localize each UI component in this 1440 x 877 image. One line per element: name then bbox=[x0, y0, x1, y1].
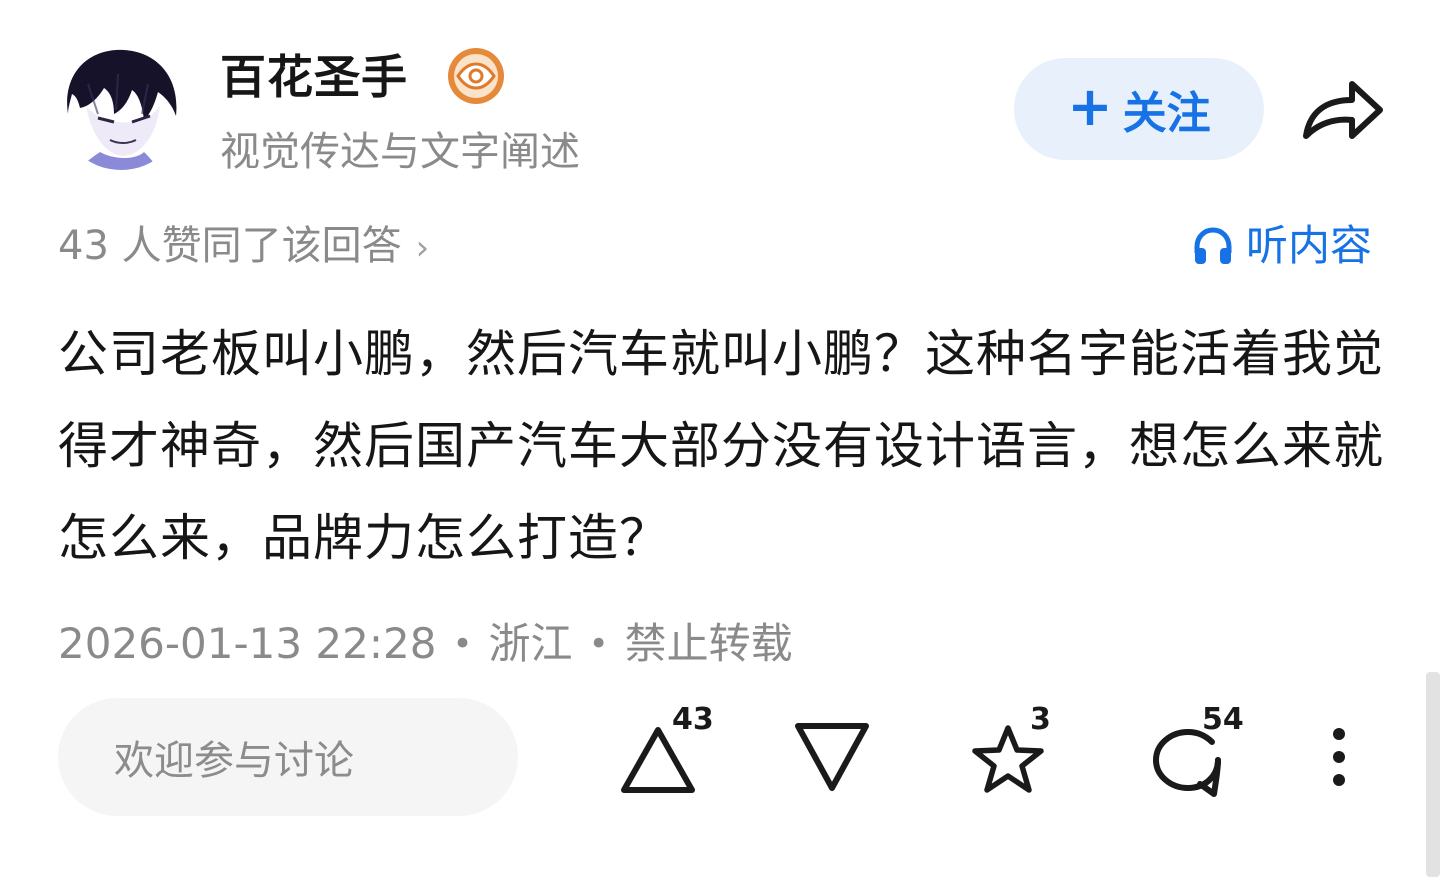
favorite-button[interactable]: 3 bbox=[966, 702, 1062, 800]
headphones-icon bbox=[1194, 227, 1232, 264]
comment-placeholder: 欢迎参与讨论 bbox=[114, 738, 354, 784]
plus-icon: + bbox=[1067, 75, 1113, 138]
separator-dot: • bbox=[452, 624, 473, 664]
upvote-count: 43 bbox=[672, 702, 714, 737]
favorite-count: 3 bbox=[1030, 702, 1051, 737]
post-meta: 2026-01-13 22:28 • 浙江 • 禁止转载 bbox=[58, 612, 793, 676]
upvote-summary[interactable]: 43 人赞同了该回答 › bbox=[58, 216, 429, 278]
follow-label: 关注 bbox=[1122, 88, 1211, 139]
repost-policy: 禁止转载 bbox=[624, 619, 793, 668]
downvote-triangle-icon bbox=[795, 723, 869, 791]
share-arrow-icon bbox=[1303, 81, 1383, 139]
listen-label: 听内容 bbox=[1246, 221, 1373, 270]
share-button[interactable] bbox=[1300, 76, 1386, 146]
post-datetime: 2026-01-13 22:28 bbox=[58, 619, 437, 668]
post-location: 浙江 bbox=[488, 619, 573, 668]
eye-badge-icon[interactable] bbox=[446, 46, 506, 106]
follow-button[interactable]: + 关注 bbox=[1014, 58, 1264, 160]
comment-input[interactable]: 欢迎参与讨论 bbox=[58, 698, 518, 816]
author-name[interactable]: 百花圣手 bbox=[220, 44, 408, 110]
scrollbar[interactable] bbox=[1426, 672, 1440, 877]
author-avatar[interactable] bbox=[58, 44, 184, 170]
downvote-button[interactable] bbox=[792, 716, 876, 800]
avatar-image bbox=[58, 44, 184, 170]
separator-dot: • bbox=[588, 624, 609, 664]
chevron-right-icon: › bbox=[415, 228, 430, 268]
author-bio: 视觉传达与文字阐述 bbox=[220, 129, 580, 175]
answer-content: 公司老板叫小鹏，然后汽车就叫小鹏？这种名字能活着我觉得才神奇，然后国产汽车大部分… bbox=[58, 325, 1384, 567]
upvote-summary-text: 43 人赞同了该回答 bbox=[58, 223, 402, 269]
comment-button[interactable]: 54 bbox=[1146, 702, 1250, 800]
comment-count: 54 bbox=[1202, 702, 1244, 737]
more-options-button[interactable] bbox=[1324, 724, 1354, 794]
upvote-button[interactable]: 43 bbox=[614, 702, 724, 800]
listen-content-button[interactable]: 听内容 bbox=[1192, 216, 1372, 276]
more-vertical-icon bbox=[1333, 728, 1345, 786]
